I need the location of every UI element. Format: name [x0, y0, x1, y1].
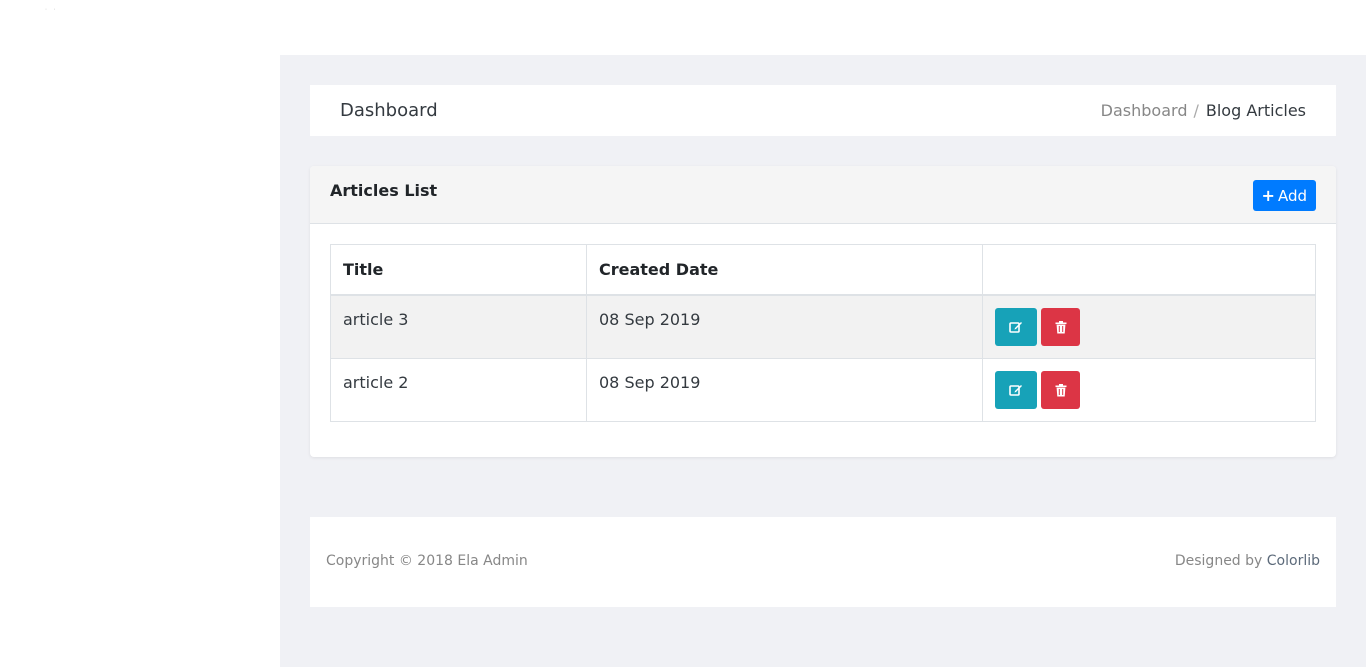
breadcrumb: Dashboard / Blog Articles — [1101, 101, 1306, 120]
designed-by: Designed by Colorlib — [1175, 553, 1320, 569]
delete-button[interactable] — [1041, 308, 1080, 346]
plus-icon: + — [1261, 185, 1275, 205]
page-title: Dashboard — [340, 100, 438, 121]
page-header: Dashboard Dashboard / Blog Articles — [310, 85, 1336, 136]
card-body: Title Created Date article 3 08 Sep 2019 — [310, 224, 1336, 442]
breadcrumb-current: Blog Articles — [1205, 101, 1306, 120]
breadcrumb-separator: / — [1193, 101, 1199, 120]
delete-button[interactable] — [1041, 371, 1080, 409]
cell-actions — [982, 294, 1316, 359]
cell-title: article 3 — [330, 294, 587, 359]
card-header: Articles List + Add — [310, 166, 1336, 224]
trash-icon — [1055, 383, 1066, 396]
column-header-title: Title — [330, 244, 587, 296]
edit-icon — [1009, 322, 1022, 333]
copyright-text: Copyright © 2018 Ela Admin — [326, 553, 528, 569]
colorlib-link[interactable]: Colorlib — [1267, 553, 1320, 569]
trash-icon — [1055, 320, 1066, 333]
sidebar — [0, 55, 280, 667]
edit-button[interactable] — [995, 308, 1037, 346]
breadcrumb-dashboard-link[interactable]: Dashboard — [1101, 101, 1188, 120]
table-header-row: Title Created Date — [330, 244, 1316, 296]
edit-icon — [1009, 385, 1022, 396]
add-button-label: Add — [1277, 186, 1307, 205]
table-row: article 3 08 Sep 2019 — [330, 294, 1316, 359]
table-row: article 2 08 Sep 2019 — [330, 358, 1316, 422]
logo[interactable]: ˙ ˙ — [44, 8, 58, 17]
designed-by-label: Designed by — [1174, 553, 1263, 569]
cell-actions — [982, 358, 1316, 422]
cell-created-date: 08 Sep 2019 — [586, 358, 983, 422]
cell-created-date: 08 Sep 2019 — [586, 294, 983, 359]
column-header-created-date: Created Date — [586, 244, 983, 296]
footer: Copyright © 2018 Ela Admin Designed by C… — [310, 517, 1336, 607]
add-article-button[interactable]: + Add — [1252, 180, 1316, 211]
main-content: Dashboard Dashboard / Blog Articles Arti… — [280, 55, 1366, 667]
edit-button[interactable] — [995, 371, 1037, 409]
top-bar: ˙ ˙ — [0, 0, 1366, 55]
column-header-actions — [982, 244, 1316, 296]
articles-card: Articles List + Add Title Created Date a… — [310, 166, 1336, 457]
articles-table: Title Created Date article 3 08 Sep 2019 — [330, 244, 1316, 422]
card-title: Articles List — [330, 181, 438, 200]
cell-title: article 2 — [330, 358, 587, 422]
